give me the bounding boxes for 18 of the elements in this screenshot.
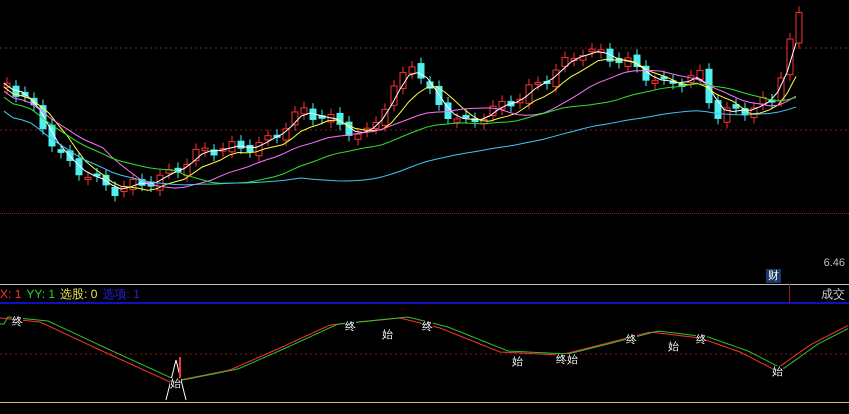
signal-label: 终 — [626, 334, 637, 346]
signal-label: 终 — [422, 321, 433, 333]
indicator-legend-item: 选股: 0 — [60, 286, 98, 302]
indicator-legend-item: YY: 1 — [26, 286, 56, 302]
signal-label: 始 — [772, 366, 783, 378]
indicator-legend-item: 选项: 1 — [102, 286, 140, 302]
signal-label: 终 — [12, 316, 23, 328]
finance-badge[interactable]: 财 — [766, 269, 781, 283]
signal-label: 始 — [668, 341, 679, 353]
signal-label: 始 — [512, 356, 523, 368]
signal-label: 始 — [382, 329, 393, 341]
signal-label: 终 — [696, 334, 707, 346]
volume-tab[interactable]: 成交 — [789, 284, 849, 303]
signal-label: 始 — [170, 378, 181, 390]
signal-label: 终始 — [556, 354, 578, 366]
price-label: 6.46 — [824, 256, 845, 271]
signal-label: 终 — [345, 321, 356, 333]
indicator-legend-item: X: 1 — [0, 286, 22, 302]
